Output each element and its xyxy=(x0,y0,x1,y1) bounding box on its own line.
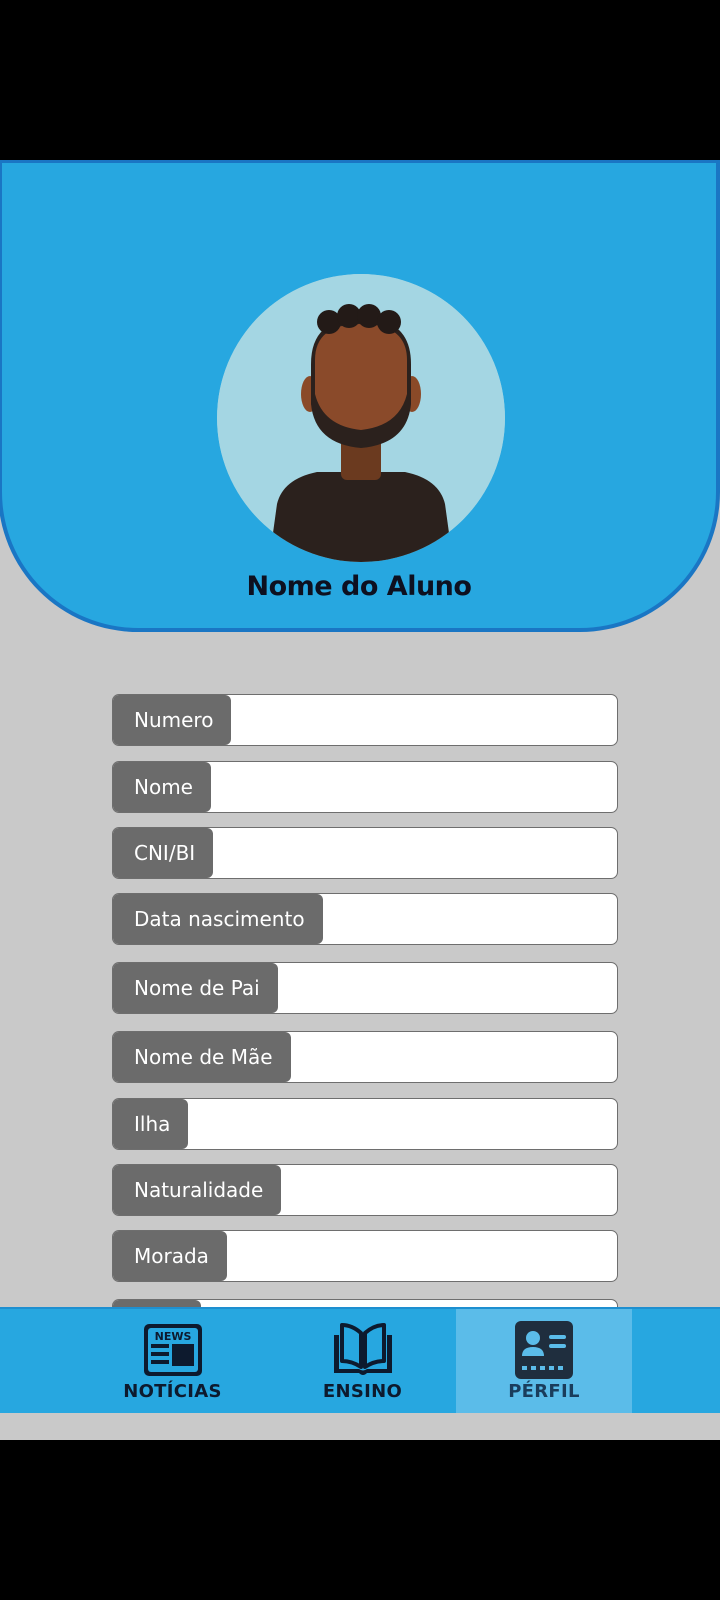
morada-field[interactable]: Morada xyxy=(112,1230,618,1282)
nav-label: PÉRFIL xyxy=(508,1381,580,1402)
nav-tab-perfil[interactable]: PÉRFIL xyxy=(456,1309,632,1413)
data-nascimento-input[interactable] xyxy=(319,900,611,938)
field-label: Nome de Mãe xyxy=(113,1032,291,1082)
nome-mae-input[interactable] xyxy=(293,1038,611,1076)
id-card-icon xyxy=(515,1321,573,1379)
nome-pai-input[interactable] xyxy=(279,969,611,1007)
nome-pai-field[interactable]: Nome de Pai xyxy=(112,962,618,1014)
cni-bi-field[interactable]: CNI/BI xyxy=(112,827,618,879)
person-avatar-icon xyxy=(217,274,505,562)
news-icon-text: NEWS xyxy=(154,1330,191,1343)
newspaper-icon: NEWS xyxy=(143,1324,202,1376)
profile-header: Nome do Aluno xyxy=(0,160,720,632)
numero-input[interactable] xyxy=(235,701,611,739)
field-label: CNI/BI xyxy=(113,828,214,878)
nome-input[interactable] xyxy=(217,768,611,806)
nav-label: ENSINO xyxy=(322,1381,403,1402)
ilha-field[interactable]: Ilha xyxy=(112,1098,618,1150)
nav-tab-noticias[interactable]: NEWS NOTÍCIAS xyxy=(100,1309,245,1413)
field-label: Numero xyxy=(113,695,232,745)
morada-input[interactable] xyxy=(237,1237,611,1275)
numero-field[interactable]: Numero xyxy=(112,694,618,746)
naturalidade-field[interactable]: Naturalidade xyxy=(112,1164,618,1216)
student-avatar[interactable] xyxy=(217,274,505,562)
field-label: Nome de Pai xyxy=(113,963,278,1013)
field-label: Nome xyxy=(113,762,211,812)
ilha-input[interactable] xyxy=(199,1105,611,1143)
nome-mae-field[interactable]: Nome de Mãe xyxy=(112,1031,618,1083)
naturalidade-input[interactable] xyxy=(279,1171,611,1209)
field-label: Ilha xyxy=(113,1099,189,1149)
nome-field[interactable]: Nome xyxy=(112,761,618,813)
nav-tab-ensino[interactable]: ENSINO xyxy=(290,1309,435,1413)
field-label: Naturalidade xyxy=(113,1165,282,1215)
bottom-navigation: NEWS NOTÍCIAS ENSINO PÉRFIL xyxy=(0,1307,720,1413)
profile-screen: Nome do Aluno Numero Nome CNI/BI Data na… xyxy=(0,160,720,1440)
field-label: Morada xyxy=(113,1231,227,1281)
student-name: Nome do Aluno xyxy=(246,571,472,602)
field-label: Data nascimento xyxy=(113,894,323,944)
data-nascimento-field[interactable]: Data nascimento xyxy=(112,893,618,945)
cni-bi-input[interactable] xyxy=(227,834,611,872)
book-icon xyxy=(333,1323,392,1375)
nav-label: NOTÍCIAS xyxy=(123,1381,222,1402)
